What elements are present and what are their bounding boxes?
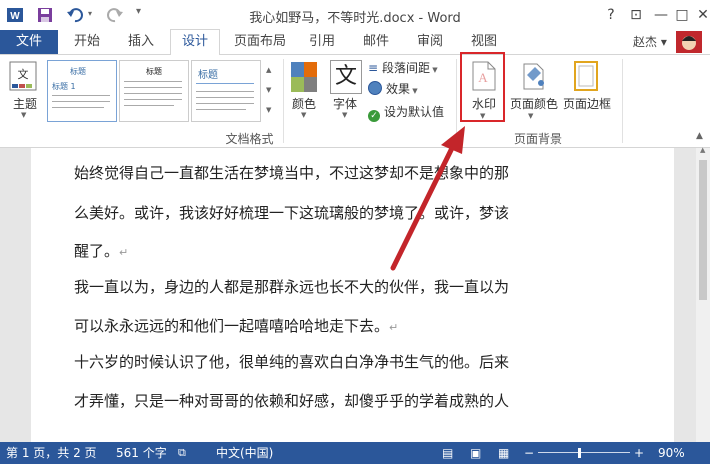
style-set-2[interactable]: 标题 [119,60,189,122]
watermark-highlight-box [460,52,505,122]
status-bar: 第 1 页，共 2 页 561 个字 ⧉ 中文(中国) ▤ ▣ ▦ − + 90… [0,442,710,464]
gallery-scroll[interactable]: ▲ ▼ ▼ [266,60,278,120]
document-line: 始终觉得自己一直都生活在梦境当中，不过这梦却不是想象中的那 [74,164,510,182]
tab-home[interactable]: 开始 [64,30,110,54]
vertical-scrollbar[interactable]: ▲ [696,146,710,442]
tab-design[interactable]: 设计 [170,29,220,56]
theme-icon[interactable]: 文 [8,60,38,94]
colors-icon[interactable] [289,60,319,94]
fonts-label[interactable]: 字体 [328,95,362,112]
group-page-background-label: 页面背景 [513,132,562,146]
collapse-ribbon-icon[interactable]: ▲ [696,131,703,141]
tab-references[interactable]: 引用 [302,30,342,54]
effects-icon [368,81,382,95]
close-button[interactable]: ✕ [692,4,710,26]
paragraph-spacing-icon: ≡ [368,61,379,75]
colors-dropdown-icon[interactable]: ▼ [301,111,306,119]
print-layout-icon[interactable]: ▣ [470,442,481,464]
colors-label[interactable]: 颜色 [288,95,320,112]
gallery-up-icon: ▲ [266,66,272,74]
user-name[interactable]: 赵杰 ▾ [633,30,667,54]
tab-view[interactable]: 视图 [464,30,504,54]
set-as-default-button[interactable]: ✓ 设为默认值 [368,103,444,122]
restore-button[interactable]: □ [671,4,693,26]
document-line: 我一直以为，身边的人都是那群永远也长不大的伙伴，我一直以为 [74,278,510,296]
theme-label[interactable]: 主题 [8,95,42,112]
theme-dropdown-icon[interactable]: ▼ [21,111,26,119]
page-count[interactable]: 第 1 页，共 2 页 [6,442,97,464]
style-set-1[interactable]: 标题 标题 1 [47,60,117,122]
document-line: 可以永永远远的和他们一起嘻嘻哈哈地走下去。↵ [74,317,399,335]
document-line: 么美好。或许，我该好好梳理一下这琉璃般的梦境了。或许，梦该 [74,204,510,222]
minimize-button[interactable]: — [650,4,672,26]
read-mode-icon[interactable]: ▤ [442,442,453,464]
tab-mailings[interactable]: 邮件 [356,30,396,54]
tab-review[interactable]: 审阅 [410,30,450,54]
theme-icon-glyph: 文 [18,67,29,81]
tab-file[interactable]: 文件 [0,30,58,54]
document-page[interactable]: 始终觉得自己一直都生活在梦境当中，不过这梦却不是想象中的那 么美好。或许，我该好… [31,148,674,442]
zoom-slider-thumb[interactable] [578,448,581,458]
user-dropdown-icon[interactable]: ▾ [661,35,667,49]
avatar[interactable] [676,31,702,53]
language-indicator[interactable]: 中文(中国) [216,442,273,464]
page-color-label[interactable]: 页面颜色 [508,95,560,112]
zoom-level[interactable]: 90% [658,442,685,464]
checkmark-icon: ✓ [368,110,380,122]
page-borders-icon[interactable] [573,61,599,91]
scroll-up-icon: ▲ [700,146,706,154]
tab-insert[interactable]: 插入 [118,30,164,54]
paragraph-mark: ↵ [119,246,129,259]
scroll-thumb [699,160,707,300]
gallery-more-icon: ▼ [266,106,272,114]
group-document-format-label: 文档格式 [225,132,274,146]
ribbon-design: 文 主题 ▼ 标题 标题 1 标题 标题 ▲ ▼ ▼ 颜色 ▼ 文 字体 ▼ ≡… [0,55,710,148]
fonts-dropdown-icon[interactable]: ▼ [342,111,347,119]
ribbon-tabs: 文件 开始 插入 设计 页面布局 引用 邮件 审阅 视图 赵杰 ▾ [0,29,710,56]
word-count[interactable]: 561 个字 [116,442,167,464]
paragraph-spacing-button[interactable]: ≡ 段落间距 ▼ [368,59,438,77]
help-button[interactable]: ? [600,4,622,26]
effects-button[interactable]: 效果 ▼ [368,80,418,98]
document-line: 才弄懂，只是一种对哥哥的依赖和好感，却傻乎乎的学着成熟的人 [74,392,510,410]
title-bar: W ▾ ▾ 我心如野马，不等时光.docx - Word ? ⊡ — □ ✕ [0,0,710,30]
zoom-in-icon[interactable]: + [634,442,644,464]
zoom-out-icon[interactable]: − [524,442,534,464]
zoom-slider[interactable] [538,452,630,453]
page-color-dropdown-icon[interactable]: ▼ [528,112,533,120]
document-line: 十六岁的时候认识了他，很单纯的喜欢白白净净书生气的他。后来 [74,353,510,371]
document-line: 醒了。↵ [74,242,129,260]
paragraph-mark: ↵ [389,321,399,334]
gallery-down-icon: ▼ [266,86,272,94]
web-layout-icon[interactable]: ▦ [498,442,509,464]
ribbon-display-options-button[interactable]: ⊡ [625,4,647,26]
page-borders-label[interactable]: 页面边框 [561,95,613,112]
proofing-icon[interactable]: ⧉ [178,442,186,464]
tab-page-layout[interactable]: 页面布局 [228,30,292,54]
document-area: 始终觉得自己一直都生活在梦境当中，不过这梦却不是想象中的那 么美好。或许，我该好… [0,146,710,442]
style-set-3[interactable]: 标题 [191,60,261,122]
page-color-icon[interactable] [519,61,547,91]
fonts-icon[interactable]: 文 [330,60,362,94]
